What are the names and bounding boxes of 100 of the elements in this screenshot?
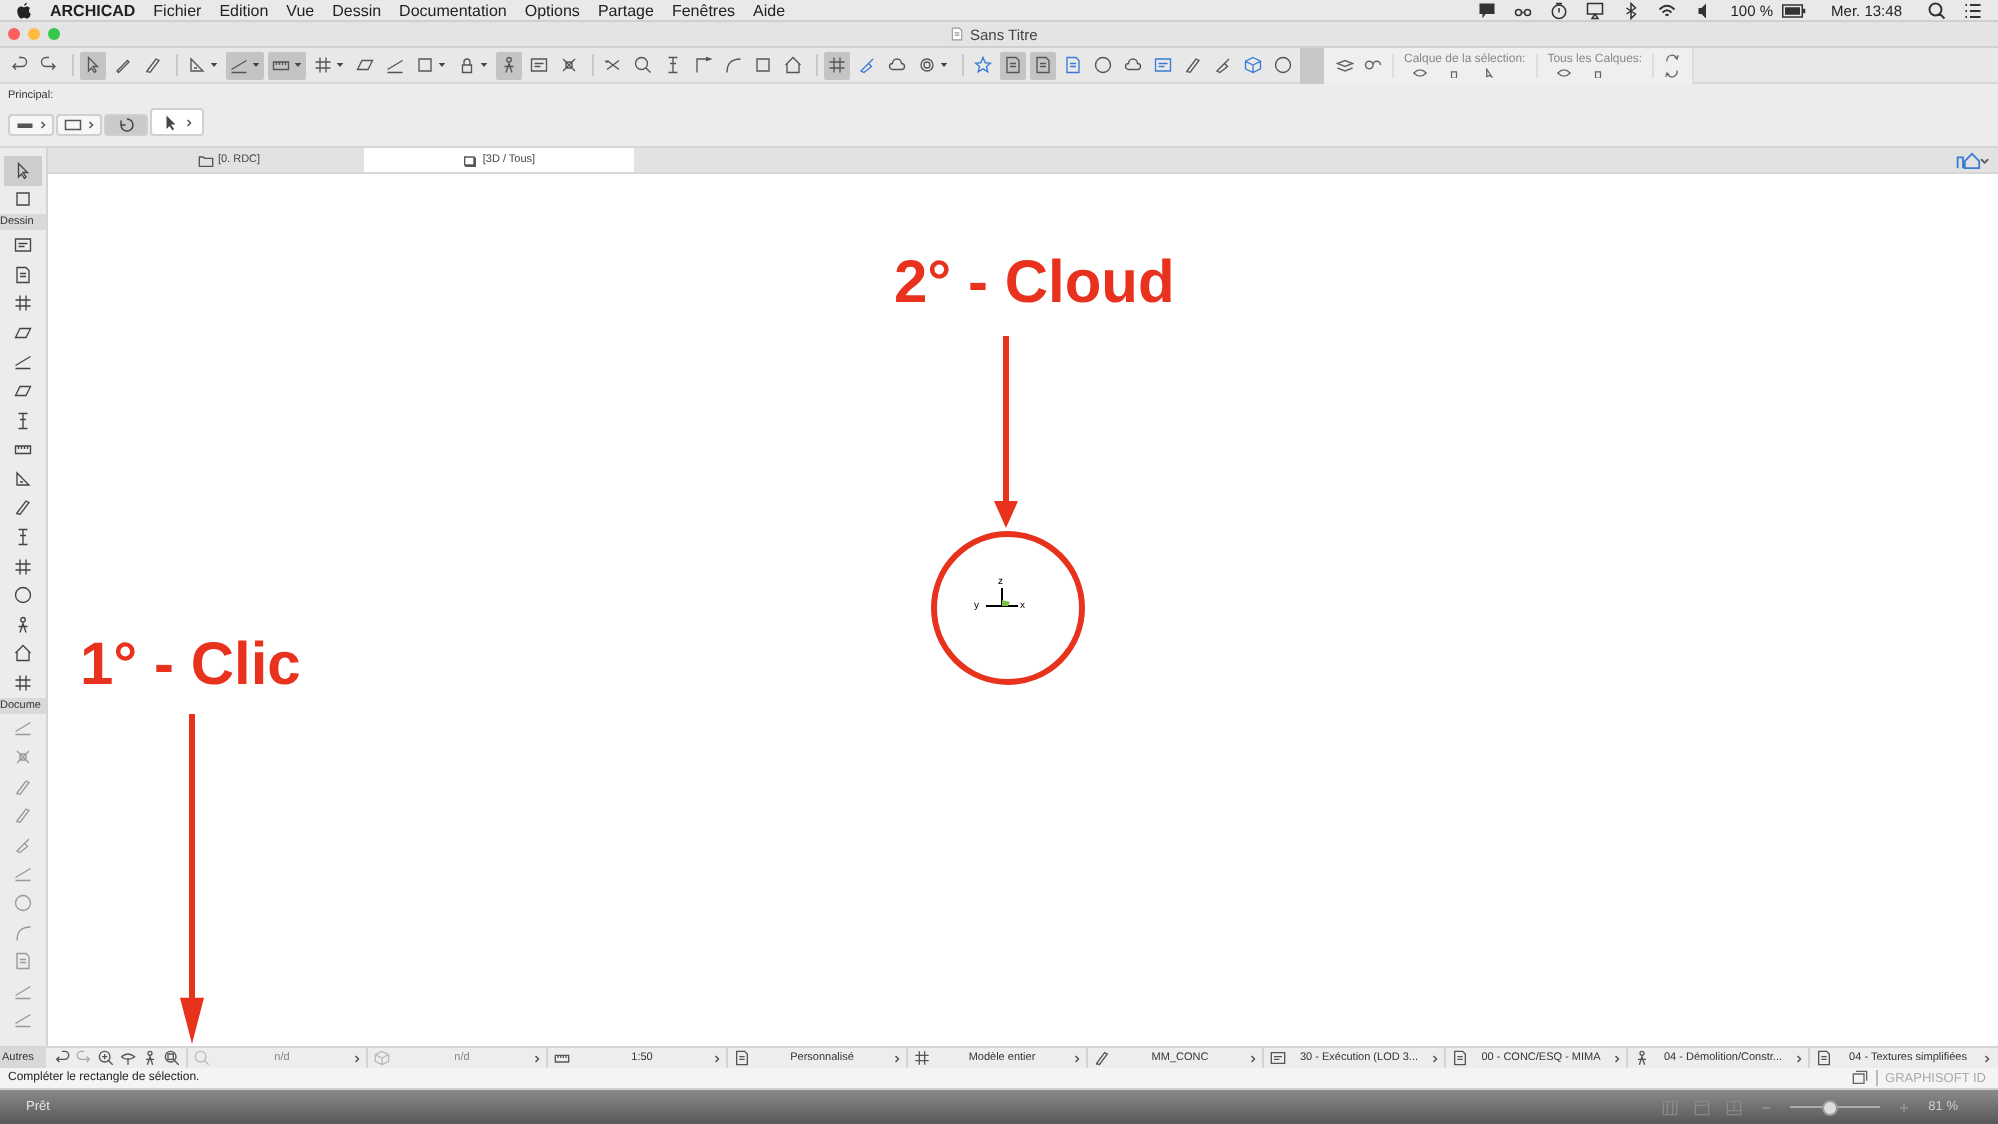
toolbar-button[interactable] [780, 51, 806, 79]
parallelogram-icon [14, 381, 32, 400]
toolbar-button[interactable] [1030, 51, 1056, 79]
lock-icon[interactable] [1589, 67, 1606, 77]
toolbar-button[interactable] [226, 51, 264, 79]
pen-icon [14, 498, 32, 517]
chevron-icon [1250, 1053, 1256, 1063]
grid-icon [828, 56, 846, 74]
document-icon [1004, 56, 1022, 74]
parallelogram-icon [14, 323, 32, 342]
ruler-icon [272, 56, 290, 74]
scissors-icon [604, 56, 622, 74]
document-icon [734, 1050, 750, 1066]
zoom-fit-icon[interactable] [164, 1050, 180, 1066]
house-icon [1954, 151, 1990, 169]
house-icon [14, 644, 32, 663]
toolbar-button[interactable] [1270, 51, 1296, 79]
toolbar-button[interactable] [496, 51, 522, 79]
lock-icon[interactable] [1446, 67, 1462, 77]
grid-icon [314, 56, 332, 74]
menu-item[interactable]: Partage [597, 1, 654, 19]
geometry-button[interactable] [8, 114, 54, 136]
lock-icon [458, 56, 476, 74]
menu-item[interactable]: Fichier [153, 1, 202, 19]
bluetooth-icon[interactable] [1622, 1, 1641, 19]
figure-icon [500, 56, 518, 74]
toolbar-button[interactable] [1060, 51, 1086, 79]
menu-item[interactable]: Vue [286, 1, 315, 19]
marquee-button[interactable] [56, 114, 102, 136]
toolbar-button[interactable] [1240, 51, 1266, 79]
chevron-icon [894, 1053, 900, 1063]
toolbar-button[interactable] [824, 51, 850, 79]
document-icon [1064, 56, 1082, 74]
toolbar-button[interactable] [1090, 51, 1116, 79]
menu-item[interactable]: Dessin [332, 1, 382, 19]
orbit-icon[interactable] [120, 1050, 136, 1066]
line-icon [14, 718, 32, 737]
pointer-button[interactable] [150, 108, 204, 136]
eye-icon[interactable] [1555, 67, 1572, 77]
curve-icon [724, 56, 742, 74]
star-icon [974, 56, 992, 74]
beam-icon [14, 411, 32, 430]
rotate-icon[interactable] [54, 1050, 70, 1066]
floor-plan-icon [197, 153, 214, 167]
toolbar-button[interactable] [970, 51, 996, 79]
toolbar-button[interactable] [80, 51, 106, 79]
square-icon [754, 56, 772, 74]
undo-icon[interactable] [1664, 67, 1681, 77]
line-icon [14, 981, 32, 1000]
document-icon [950, 26, 964, 42]
chat-icon[interactable] [1478, 1, 1497, 19]
caret-icon [480, 62, 488, 68]
rotate-icon [117, 116, 135, 134]
app-menu[interactable]: ARCHICAD [50, 1, 136, 19]
wifi-icon[interactable] [1658, 1, 1677, 19]
undo-icon [10, 56, 28, 74]
redo-icon[interactable] [1664, 53, 1681, 63]
chevron-icon [714, 1053, 720, 1063]
rotate-button[interactable] [104, 114, 148, 136]
pen-icon [1184, 56, 1202, 74]
pointer-icon[interactable] [1480, 67, 1496, 77]
slider-thumb[interactable] [1822, 1099, 1839, 1115]
menu-item[interactable]: Options [524, 1, 580, 19]
battery-icon[interactable] [1781, 3, 1806, 17]
chevron-icon [354, 1053, 360, 1063]
brush-icon [1214, 56, 1232, 74]
triangle-icon [14, 469, 32, 488]
ruler-icon [554, 1050, 570, 1066]
menu-item[interactable]: Aide [753, 1, 786, 19]
toolbar-button[interactable] [690, 51, 716, 79]
house-icon [784, 56, 802, 74]
pencil-icon [114, 56, 132, 74]
menu-item[interactable]: Documentation [399, 1, 507, 19]
line-icon [386, 56, 404, 74]
menu-item[interactable]: Edition [219, 1, 269, 19]
apple-icon[interactable] [16, 1, 32, 19]
windows-icon[interactable] [1851, 1070, 1868, 1086]
layer-icon[interactable] [1336, 56, 1354, 74]
display-icon[interactable] [1586, 1, 1605, 19]
search-icon[interactable] [1928, 1, 1946, 19]
panel-icon [1270, 1050, 1286, 1066]
figure-icon[interactable] [142, 1050, 158, 1066]
eye-icon[interactable] [1412, 67, 1428, 77]
menu-item[interactable]: Fenêtres [671, 1, 736, 19]
line-icon [14, 864, 32, 883]
document-icon [1452, 1050, 1468, 1066]
tool-button[interactable] [4, 156, 42, 186]
zoom-in-icon[interactable] [98, 1050, 114, 1066]
pen-icon [14, 777, 32, 796]
caret-icon [940, 62, 948, 68]
square-icon [14, 190, 32, 209]
zoom-slider[interactable] [1790, 1099, 1881, 1115]
toolbar-button[interactable] [268, 51, 306, 79]
parallelogram-icon [356, 56, 374, 74]
toolbar-button[interactable] [1000, 51, 1026, 79]
square-icon [416, 56, 434, 74]
list-icon[interactable] [1964, 1, 1982, 19]
timer-icon[interactable] [1550, 1, 1569, 19]
caret-icon [294, 62, 302, 68]
brush-icon [858, 56, 876, 74]
